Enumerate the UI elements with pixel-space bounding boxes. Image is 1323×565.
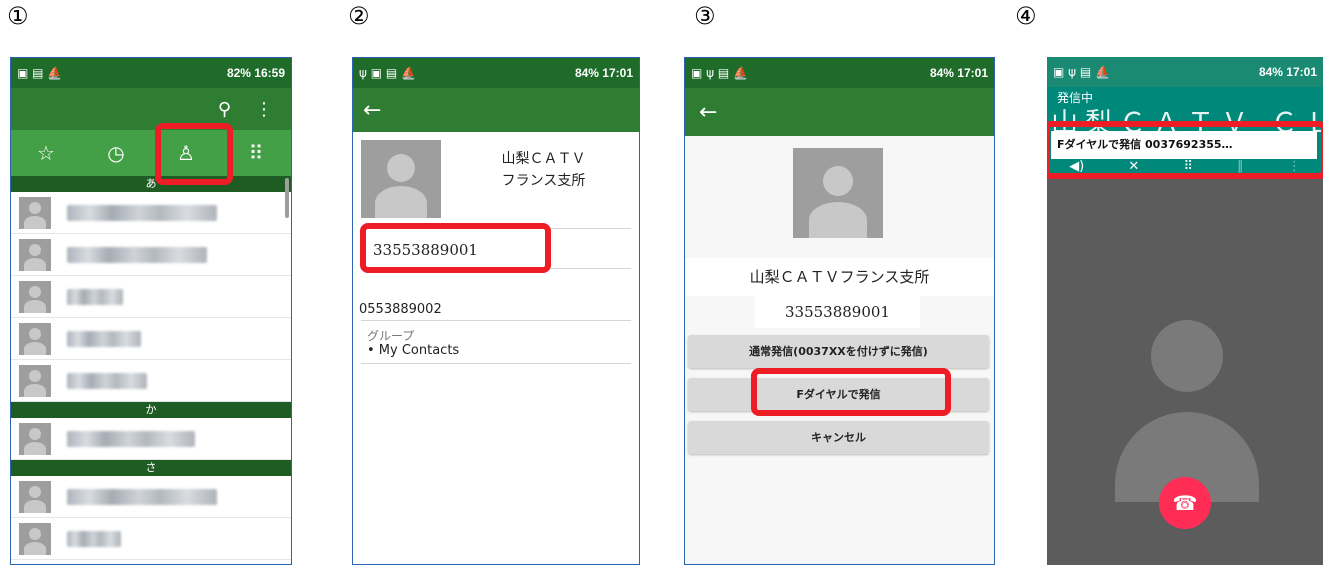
status-battery-time: 84% 17:01	[574, 66, 633, 80]
app-toolbar: ⚲ ⋮	[11, 88, 291, 130]
step-number-4: ④	[1015, 2, 1037, 30]
avatar	[19, 364, 51, 397]
scrollbar[interactable]	[285, 178, 289, 218]
highlight-dial-banner	[1047, 121, 1323, 179]
back-arrow-icon[interactable]: ←	[363, 98, 381, 123]
avatar	[19, 522, 51, 555]
group-label: グループ	[367, 329, 415, 343]
status-bar: ▣ ψ ▤ ⛵ 84% 17:01	[1047, 57, 1323, 87]
end-call-icon: ☎	[1172, 491, 1198, 515]
list-item[interactable]	[11, 418, 291, 460]
cancel-button[interactable]: キャンセル	[688, 421, 989, 454]
status-bar: ψ ▣ ▤ ⛵ 84% 17:01	[353, 58, 639, 88]
list-item[interactable]	[11, 276, 291, 318]
step-number-3: ③	[694, 2, 716, 30]
list-item[interactable]	[11, 360, 291, 402]
list-item[interactable]	[11, 318, 291, 360]
clock-icon: ◷	[107, 141, 125, 165]
avatar	[19, 280, 51, 313]
status-bar: ▣ ψ ▤ ⛵ 84% 17:01	[685, 58, 994, 88]
step-number-2: ②	[348, 2, 370, 30]
tab-favorites[interactable]: ☆	[11, 141, 81, 165]
end-call-button[interactable]: ☎	[1159, 477, 1211, 529]
status-battery-time: 84% 17:01	[1258, 65, 1317, 79]
group-value: • My Contacts	[367, 343, 460, 358]
avatar	[19, 238, 51, 271]
normal-dial-button[interactable]: 通常発信(0037XXを付けずに発信)	[688, 335, 989, 368]
search-icon[interactable]: ⚲	[218, 99, 231, 120]
highlight-phone-number	[360, 223, 551, 273]
contact-photo	[793, 148, 883, 238]
dialpad-icon: ⠿	[248, 141, 264, 165]
highlight-contacts-tab	[155, 123, 233, 185]
avatar	[19, 480, 51, 513]
app-toolbar: ←	[685, 88, 994, 136]
status-icons: ▣ ψ ▤ ⛵	[691, 66, 748, 80]
caller-avatar-head	[1151, 320, 1223, 392]
phone-screen-calling: ▣ ψ ▤ ⛵ 84% 17:01 発信中 山梨ＣＡＴＶ ＣＬ Fダイヤルで発信…	[1047, 57, 1323, 565]
other-number[interactable]: 0553889002	[359, 302, 442, 317]
step-number-1: ①	[7, 2, 29, 30]
list-item[interactable]	[11, 518, 291, 560]
more-vert-icon[interactable]: ⋮	[255, 99, 273, 120]
status-bar: ▣ ▤ ⛵ 82% 16:59	[11, 58, 291, 88]
contact-photo	[361, 140, 441, 218]
list-item[interactable]	[11, 476, 291, 518]
status-icons: ψ ▣ ▤ ⛵	[359, 66, 416, 80]
contact-name: 山梨ＣＡＴＶフランス支所	[685, 258, 994, 296]
phone-screen-contact-details: ψ ▣ ▤ ⛵ 84% 17:01 ← 山梨ＣＡＴＶ フランス支所 335538…	[352, 57, 640, 565]
status-battery-time: 84% 17:01	[929, 66, 988, 80]
list-item[interactable]	[11, 192, 291, 234]
highlight-f-dial-button	[751, 368, 951, 416]
status-battery-time: 82% 16:59	[226, 66, 285, 80]
back-arrow-icon[interactable]: ←	[699, 100, 717, 125]
phone-screen-dial-options: ▣ ψ ▤ ⛵ 84% 17:01 ← 山梨ＣＡＴＶフランス支所 3355388…	[684, 57, 995, 565]
avatar	[19, 196, 51, 229]
tab-bar: ☆ ◷ ♙ ⠿	[11, 130, 291, 176]
star-icon: ☆	[37, 141, 55, 165]
list-item[interactable]	[11, 234, 291, 276]
tab-recents[interactable]: ◷	[81, 141, 151, 165]
status-icons: ▣ ψ ▤ ⛵	[1053, 65, 1110, 79]
phone-screen-contacts-list: ▣ ▤ ⛵ 82% 16:59 ⚲ ⋮ ☆ ◷ ♙ ⠿ あ か さ	[10, 57, 292, 565]
phone-number: 33553889001	[755, 296, 920, 328]
section-header-sa: さ	[11, 460, 291, 476]
app-toolbar: ←	[353, 88, 639, 132]
contact-name: 山梨ＣＡＴＶ フランス支所	[461, 134, 626, 207]
avatar	[19, 422, 51, 455]
section-header-ka: か	[11, 402, 291, 418]
avatar	[19, 322, 51, 355]
status-icons: ▣ ▤ ⛵	[17, 66, 63, 80]
section-header-a: あ	[11, 176, 291, 192]
